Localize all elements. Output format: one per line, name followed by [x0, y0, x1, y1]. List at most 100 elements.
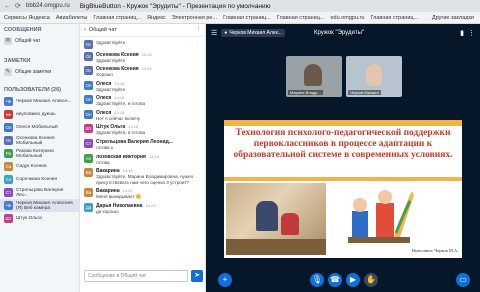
public-chat-item[interactable]: ✉ Общий чат — [0, 35, 79, 47]
chat-message: Ос Здравствуйте — [80, 38, 206, 50]
avatar: Ва — [84, 168, 93, 178]
send-button[interactable]: ➤ — [191, 270, 203, 282]
message-time: 14:16 — [114, 109, 125, 115]
chat-message: Да Дарья Николаевна 14:23 да хорошо — [80, 202, 206, 217]
message-time: 14:16 — [114, 80, 125, 86]
raise-hand-button[interactable]: ✋ — [364, 273, 378, 287]
user-name: Стрельцова Валерия Лео... — [16, 187, 64, 198]
user-list-item[interactable]: Со Сорочкина Ксения — [0, 173, 79, 186]
message-time: 14:16 — [128, 124, 139, 130]
notes-header: ЗАМЕТКИ — [4, 58, 31, 64]
chat-message: Шт Штук Ольга 14:16 Здравствуйте, я готова — [80, 123, 206, 138]
chat-header: ‹ Общий чат ⋮ — [80, 24, 205, 37]
webcam-label: Черков Михаил — [348, 90, 381, 95]
user-list-item[interactable]: Ст Стрельцова Валерия Лео... — [0, 186, 79, 199]
slide-title: Технология психолого-педагогической подд… — [233, 128, 453, 160]
public-chat-label: Общий чат — [15, 38, 41, 44]
user-list-item[interactable]: Че Черков Михаил Алексе... — [0, 95, 79, 108]
webcam-tile[interactable]: Черков Михаил — [346, 56, 402, 97]
user-list-item[interactable]: не неуловимо дуешь — [0, 108, 79, 121]
bookmark-item[interactable]: Главная страниц... — [277, 15, 325, 21]
chat-message: ло лозовская виктория 14:15 готова — [80, 152, 206, 167]
bookmark-item[interactable]: Главная страниц... — [223, 15, 271, 21]
user-icon: ● — [224, 30, 228, 36]
camera-button[interactable]: ▶ — [346, 273, 360, 287]
bookmark-item[interactable]: Авиабилеты — [56, 15, 88, 21]
avatar: Ст — [4, 188, 13, 197]
message-time: 14:16 — [122, 168, 133, 174]
message-text: Меня выкидывает 😕 — [96, 194, 142, 200]
user-list-item[interactable]: Шт Штук Ольга — [0, 212, 79, 225]
chat-message-input[interactable]: Сообщение в Общий чат — [84, 270, 188, 282]
bookmark-item[interactable]: Главная страниц... — [370, 15, 418, 21]
chat-message: Ст Стрельцова Валерия Леонид... готова к — [80, 138, 206, 153]
user-list-item[interactable]: Ол Олеся Мобильный — [0, 121, 79, 134]
chat-message: Ос Осенкова Ксения 14:16 Хорошо — [80, 65, 206, 80]
reload-icon[interactable]: ⟳ — [15, 3, 22, 10]
avatar: Ра — [4, 149, 13, 158]
address-bar[interactable]: bbb24.omgpu.ru — [26, 3, 70, 9]
notes-icon: ✎ — [4, 68, 12, 76]
message-author: Осенкова Ксения — [96, 51, 139, 58]
bookmark-item[interactable]: Электронная ре... — [172, 15, 218, 21]
presenter-pill[interactable]: ● Черков Михаил Алек... — [221, 29, 285, 37]
avatar: Ол — [4, 123, 13, 132]
audio-button[interactable]: ☎ — [328, 273, 342, 287]
message-text: готова — [96, 159, 110, 165]
slide-top-bar — [224, 120, 462, 126]
avatar: Са — [4, 162, 13, 171]
bookmark-item[interactable]: Сервисы Яндекса — [4, 15, 50, 21]
chat-message: Ол Олеся 14:16 Здравствуйте, я готова — [80, 94, 206, 109]
avatar: не — [4, 110, 13, 119]
chat-message: Ол Олеся 14:16 Здравствуйте — [80, 79, 206, 94]
user-list-item[interactable]: Са Сидук Ксения — [0, 160, 79, 173]
users-list: Че Черков Михаил Алексе... не неуловимо дуе… — [0, 95, 79, 225]
user-list-item[interactable]: Че Черков Михаил Алексеев (Я) Веб камера — [0, 199, 79, 212]
bookmark-item[interactable]: edu.omgpu.ru — [331, 15, 365, 21]
browser-titlebar: ← ⟳ bbb24.omgpu.ru BigBlueButton - Кружо… — [0, 0, 480, 12]
shared-notes-item[interactable]: ✎ Общие заметки — [0, 66, 79, 78]
slide-clipart — [348, 190, 414, 243]
message-time: 14:15 — [141, 51, 152, 57]
person-silhouette — [366, 64, 382, 86]
slide-author: Выполнил: Черков М.А. — [412, 248, 459, 253]
screen-share-button[interactable]: ▭ — [456, 273, 470, 287]
avatar: Ва — [84, 188, 93, 198]
room-title: Кружок "Эрудиты" — [314, 30, 365, 36]
user-name: Черков Михаил Алексеев (Я) Веб камера — [16, 200, 73, 211]
slide-mid-bar — [224, 177, 462, 181]
message-author: лозовская виктория — [96, 153, 146, 160]
options-icon[interactable]: ⋮ — [468, 29, 475, 37]
avatar: Ос — [84, 39, 93, 49]
microphone-button[interactable]: 🎙 — [310, 273, 324, 287]
chat-messages[interactable]: Ос Здравствуйте Ос Осенкова Ксения 14:15 Здра… — [80, 38, 206, 266]
bookmark-item[interactable]: Яндекс — [147, 15, 166, 21]
message-author: Олеся — [96, 80, 112, 87]
toggle-panel-icon[interactable]: ☰ — [211, 29, 217, 37]
connection-icon[interactable]: ▮ — [460, 29, 464, 37]
bookmark-item[interactable]: Главная страниц... — [93, 15, 141, 21]
user-list-item[interactable]: Ос Осенкова Ксения Мобильный — [0, 134, 79, 147]
tab-title[interactable]: BigBlueButton - Кружок "Эрудиты" - Презе… — [80, 3, 271, 10]
webcam-tile[interactable]: Марина Влади... — [286, 56, 342, 97]
avatar: Да — [84, 203, 93, 213]
users-header: ПОЛЬЗОВАТЕЛИ (26) — [4, 87, 61, 93]
avatar: Ос — [4, 136, 13, 145]
user-list-item[interactable]: Ра Ракова Катерина Мобильный — [0, 147, 79, 160]
message-text: Здравствуйте, Марина Владимировна, нужно… — [96, 174, 194, 185]
presentation-slide[interactable]: Технология психолого-педагогической подд… — [224, 120, 462, 258]
message-text: Здравствуйте — [96, 39, 126, 45]
message-time: 14:16 — [141, 66, 152, 72]
actions-plus-button[interactable]: + — [218, 273, 232, 287]
back-chevron-icon[interactable]: ‹ — [84, 27, 86, 33]
user-name: Олеся Мобильный — [16, 125, 58, 130]
back-icon[interactable]: ← — [4, 3, 11, 10]
user-name: Сорочкина Ксения — [16, 177, 58, 182]
other-bookmarks[interactable]: Другие закладки — [432, 15, 480, 21]
user-name: Осенкова Ксения Мобильный — [16, 135, 55, 146]
avatar: Со — [4, 175, 13, 184]
more-options-icon[interactable]: ⋮ — [196, 27, 202, 33]
message-time: 14:21 — [122, 188, 133, 194]
user-name: неуловимо дуешь — [16, 112, 56, 117]
message-text: Хорошо — [96, 72, 113, 78]
